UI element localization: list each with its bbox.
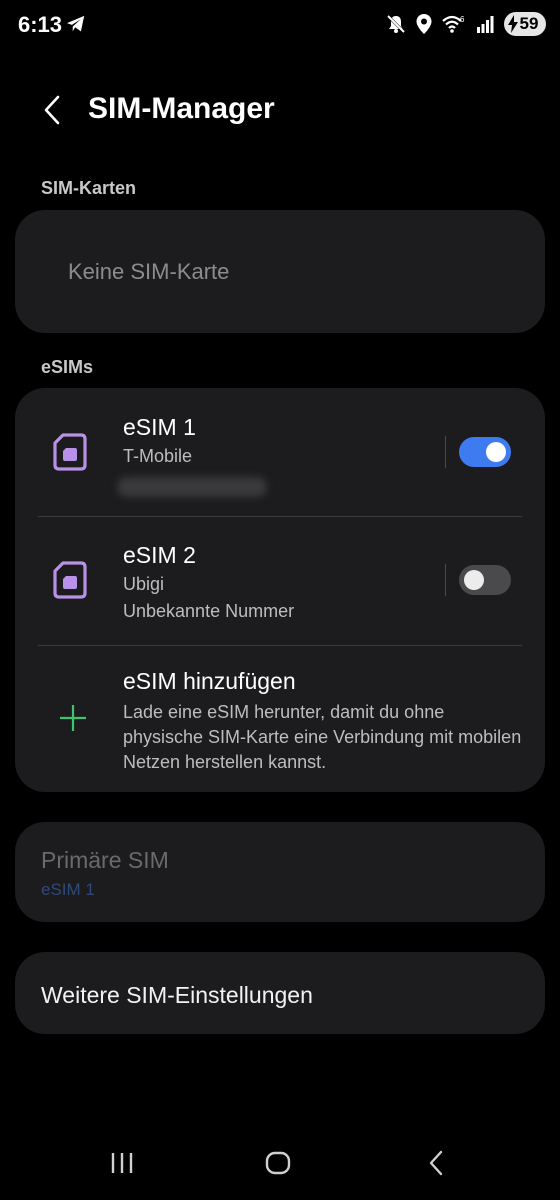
battery-icon: 59 — [504, 12, 546, 36]
primary-sim-card[interactable]: Primäre SIM eSIM 1 — [15, 822, 545, 922]
more-sim-settings[interactable]: Weitere SIM-Einstellungen — [15, 952, 545, 1034]
section-label-esims: eSIMs — [41, 357, 94, 377]
esim-2-toggle[interactable] — [459, 565, 511, 595]
navigation-bar — [0, 1130, 560, 1200]
recent-apps-button[interactable] — [102, 1148, 142, 1178]
charging-bolt-icon — [508, 15, 518, 33]
more-sim-settings-label: Weitere SIM-Einstellungen — [41, 982, 313, 1008]
home-icon — [265, 1151, 291, 1175]
primary-sim-title: Primäre SIM — [41, 847, 169, 873]
svg-text:6: 6 — [460, 15, 465, 24]
battery-level: 59 — [519, 14, 539, 33]
mute-icon — [386, 14, 406, 34]
divider — [445, 436, 446, 468]
signal-icon — [477, 16, 494, 33]
add-esim-title: eSIM hinzufügen — [123, 668, 296, 694]
no-sim-card-text: Keine SIM-Karte — [68, 259, 230, 284]
nav-back-button[interactable] — [416, 1148, 456, 1178]
esim-1-number-redacted — [117, 477, 267, 497]
toggle-knob — [486, 442, 506, 462]
esim-row-1[interactable]: eSIM 1 T-Mobile — [15, 388, 545, 516]
status-time: 6:13 — [18, 12, 63, 37]
status-bar: 6:13 6 59 — [0, 0, 560, 48]
status-icons: 6 59 — [386, 12, 546, 36]
esim-2-number: Unbekannte Nummer — [123, 601, 295, 621]
plus-icon — [60, 705, 86, 731]
home-button[interactable] — [258, 1148, 298, 1178]
esim-1-name: eSIM 1 — [123, 414, 196, 440]
sim-card-icon — [53, 561, 87, 599]
esim-1-carrier: T-Mobile — [123, 446, 193, 466]
recent-apps-icon — [111, 1153, 133, 1173]
app-header: SIM-Manager — [0, 84, 560, 136]
sim-cards-card: Keine SIM-Karte — [15, 210, 545, 333]
back-icon — [429, 1150, 443, 1176]
sim-card-icon — [53, 433, 87, 471]
location-icon — [416, 14, 432, 34]
esim-2-carrier: Ubigi — [123, 574, 165, 594]
chevron-left-icon — [44, 95, 60, 125]
esim-row-2[interactable]: eSIM 2 Ubigi Unbekannte Nummer — [15, 517, 545, 645]
primary-sim-value: eSIM 1 — [41, 880, 95, 899]
back-button[interactable] — [30, 88, 74, 132]
add-esim-description: Lade eine eSIM herunter, damit du ohne p… — [123, 702, 522, 772]
toggle-knob — [464, 570, 484, 590]
page-title: SIM-Manager — [88, 92, 275, 125]
esim-1-toggle[interactable] — [459, 437, 511, 467]
section-label-sim-cards: SIM-Karten — [41, 178, 137, 198]
telegram-icon — [67, 15, 85, 32]
wifi-6-icon: 6 — [442, 15, 465, 33]
divider — [445, 564, 446, 596]
esims-card: eSIM 1 T-Mobile eSIM 2 Ubigi Unbekannte … — [15, 388, 545, 792]
esim-2-name: eSIM 2 — [123, 542, 196, 568]
